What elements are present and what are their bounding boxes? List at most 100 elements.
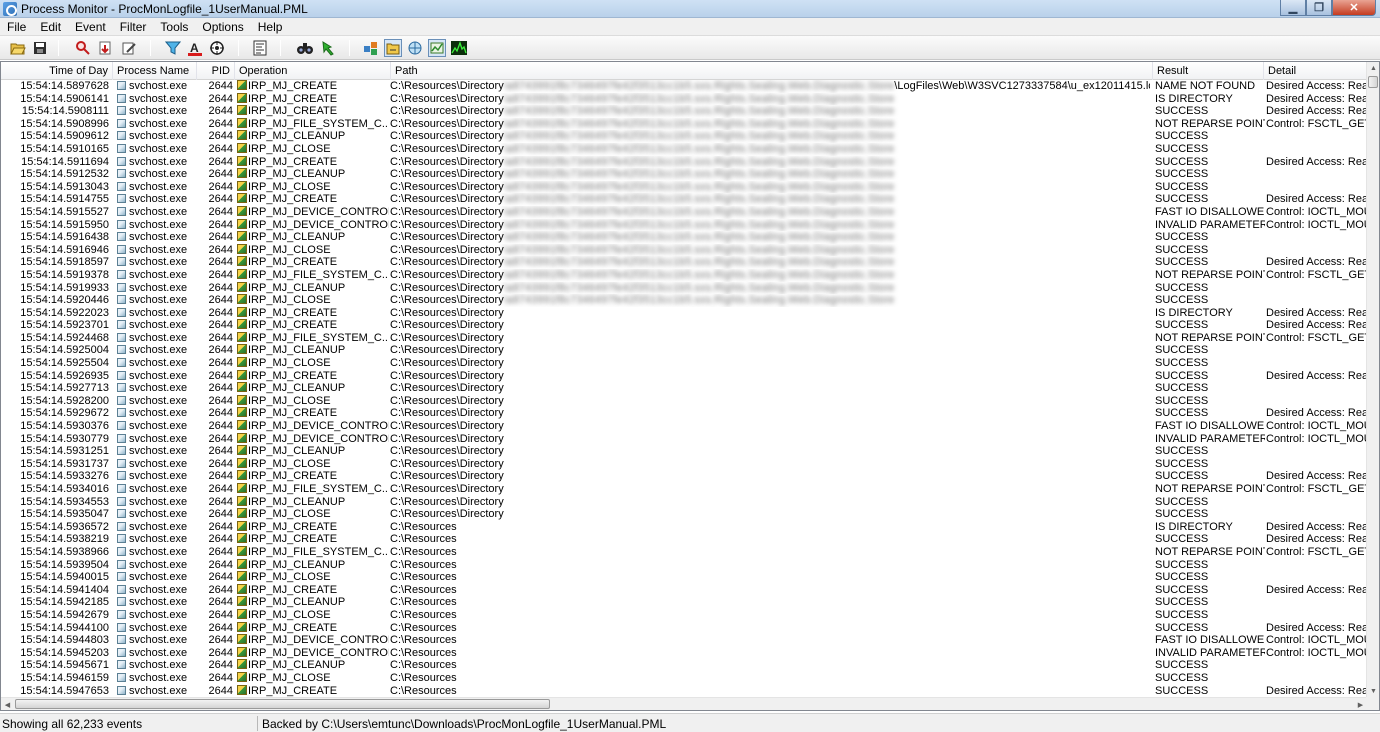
column-header-operation[interactable]: Operation bbox=[235, 62, 391, 80]
table-row[interactable]: 15:54:14.5909612 svchost.exe 2644 IRP_MJ_CL… bbox=[1, 130, 1367, 143]
horizontal-scrollbar[interactable]: ◀ ▶ bbox=[1, 697, 1367, 710]
find-button[interactable] bbox=[296, 39, 314, 57]
table-row[interactable]: 15:54:14.5908111 svchost.exe 2644 IRP_MJ_CR… bbox=[1, 105, 1367, 118]
table-row[interactable]: 15:54:14.5916438 svchost.exe 2644 IRP_MJ_CL… bbox=[1, 231, 1367, 244]
menu-filter[interactable]: Filter bbox=[113, 20, 154, 34]
table-row[interactable]: 15:54:14.5925504 svchost.exe 2644 IRP_MJ_CL… bbox=[1, 357, 1367, 370]
path-cell: C:\Resources bbox=[390, 647, 1150, 660]
table-row[interactable]: 15:54:14.5911694 svchost.exe 2644 IRP_MJ_CR… bbox=[1, 155, 1367, 169]
autoscroll-button[interactable] bbox=[97, 39, 115, 57]
table-row[interactable]: 15:54:14.5934016 svchost.exe 2644 IRP_MJ_FI… bbox=[1, 483, 1367, 496]
table-row[interactable]: 15:54:14.5916946 svchost.exe 2644 IRP_MJ_CL… bbox=[1, 243, 1367, 257]
table-row[interactable]: 15:54:14.5939504 svchost.exe 2644 IRP_MJ_CL… bbox=[1, 558, 1367, 572]
table-row[interactable]: 15:54:14.5910165 svchost.exe 2644 IRP_MJ_CL… bbox=[1, 142, 1367, 156]
highlight-button[interactable]: A bbox=[186, 39, 204, 57]
table-row[interactable]: 15:54:14.5942185 svchost.exe 2644 IRP_MJ_CL… bbox=[1, 596, 1367, 609]
filter-button[interactable] bbox=[164, 39, 182, 57]
time-of-day-cell: 15:54:14.5910165 bbox=[20, 142, 109, 155]
table-row[interactable]: 15:54:14.5931251 svchost.exe 2644 IRP_MJ_CL… bbox=[1, 445, 1367, 458]
show-process-activity-button[interactable] bbox=[428, 39, 446, 57]
scroll-up-arrow-icon[interactable]: ▲ bbox=[1367, 62, 1379, 75]
table-row[interactable]: 15:54:14.5945671 svchost.exe 2644 IRP_MJ_CL… bbox=[1, 659, 1367, 672]
table-row[interactable]: 15:54:14.5913043 svchost.exe 2644 IRP_MJ_CL… bbox=[1, 180, 1367, 194]
table-row[interactable]: 15:54:14.5919933 svchost.exe 2644 IRP_MJ_CL… bbox=[1, 281, 1367, 295]
show-network-activity-button[interactable] bbox=[406, 39, 424, 57]
pid-cell: 2644 bbox=[208, 306, 233, 319]
menu-help[interactable]: Help bbox=[251, 20, 290, 34]
open-button[interactable] bbox=[9, 39, 27, 57]
table-row[interactable]: 15:54:14.5927713 svchost.exe 2644 IRP_MJ_CL… bbox=[1, 382, 1367, 395]
menu-options[interactable]: Options bbox=[195, 20, 250, 34]
column-header-detail[interactable]: Detail bbox=[1264, 62, 1367, 80]
table-row[interactable]: 15:54:14.5944803 svchost.exe 2644 IRP_MJ_DE… bbox=[1, 634, 1367, 647]
include-process-button[interactable] bbox=[208, 39, 226, 57]
capture-button[interactable] bbox=[74, 39, 92, 57]
table-row[interactable]: 15:54:14.5947653 svchost.exe 2644 IRP_MJ_CR… bbox=[1, 684, 1367, 698]
column-header-time[interactable]: Time of Day bbox=[1, 62, 113, 80]
table-row[interactable]: 15:54:14.5914755 svchost.exe 2644 IRP_MJ_CR… bbox=[1, 193, 1367, 206]
pid-cell: 2644 bbox=[208, 659, 233, 672]
table-row[interactable]: 15:54:14.5908996 svchost.exe 2644 IRP_MJ_FI… bbox=[1, 117, 1367, 131]
table-row[interactable]: 15:54:14.5945203 svchost.exe 2644 IRP_MJ_DE… bbox=[1, 646, 1367, 660]
table-row[interactable]: 15:54:14.5926935 svchost.exe 2644 IRP_MJ_CR… bbox=[1, 369, 1367, 383]
table-row[interactable]: 15:54:14.5938219 svchost.exe 2644 IRP_MJ_CR… bbox=[1, 533, 1367, 546]
time-of-day-cell: 15:54:14.5924468 bbox=[20, 331, 109, 344]
table-row[interactable]: 15:54:14.5925004 svchost.exe 2644 IRP_MJ_CL… bbox=[1, 344, 1367, 357]
menu-edit[interactable]: Edit bbox=[33, 20, 68, 34]
table-row[interactable]: 15:54:14.5915527 svchost.exe 2644 IRP_MJ_DE… bbox=[1, 205, 1367, 219]
column-header-pid[interactable]: PID bbox=[197, 62, 235, 80]
table-row[interactable]: 15:54:14.5934553 svchost.exe 2644 IRP_MJ_CL… bbox=[1, 495, 1367, 509]
scroll-left-arrow-icon[interactable]: ◀ bbox=[1, 698, 14, 710]
vertical-scrollbar[interactable]: ▲ ▼ bbox=[1366, 62, 1379, 698]
table-row[interactable]: 15:54:14.5940015 svchost.exe 2644 IRP_MJ_CL… bbox=[1, 571, 1367, 584]
table-row[interactable]: 15:54:14.5946159 svchost.exe 2644 IRP_MJ_CL… bbox=[1, 671, 1367, 685]
column-header-result[interactable]: Result bbox=[1153, 62, 1264, 80]
menu-tools[interactable]: Tools bbox=[153, 20, 195, 34]
event-list[interactable]: Time of Day Process Name PID Operation P… bbox=[0, 61, 1380, 711]
table-row[interactable]: 15:54:14.5922023 svchost.exe 2644 IRP_MJ_CR… bbox=[1, 306, 1367, 320]
operation-cell: IRP_MJ_CREATE bbox=[237, 193, 389, 206]
menu-file[interactable]: File bbox=[0, 20, 33, 34]
table-row[interactable]: 15:54:14.5912532 svchost.exe 2644 IRP_MJ_CL… bbox=[1, 168, 1367, 181]
table-row[interactable]: 15:54:14.5923701 svchost.exe 2644 IRP_MJ_CR… bbox=[1, 319, 1367, 332]
table-row[interactable]: 15:54:14.5915950 svchost.exe 2644 IRP_MJ_DE… bbox=[1, 218, 1367, 232]
vertical-scroll-thumb[interactable] bbox=[1368, 76, 1378, 88]
table-row[interactable]: 15:54:14.5897628 svchost.exe 2644 IRP_MJ_CR… bbox=[1, 80, 1367, 93]
table-row[interactable]: 15:54:14.5936572 svchost.exe 2644 IRP_MJ_CR… bbox=[1, 520, 1367, 534]
operation-text: IRP_MJ_FILE_SYSTEM_C... bbox=[248, 483, 389, 495]
pid-cell: 2644 bbox=[208, 268, 233, 281]
table-row[interactable]: 15:54:14.5944100 svchost.exe 2644 IRP_MJ_CR… bbox=[1, 621, 1367, 635]
table-row[interactable]: 15:54:14.5931737 svchost.exe 2644 IRP_MJ_CL… bbox=[1, 457, 1367, 471]
table-row[interactable]: 15:54:14.5919378 svchost.exe 2644 IRP_MJ_FI… bbox=[1, 268, 1367, 282]
show-profiling-button[interactable] bbox=[450, 39, 468, 57]
svchost-process-icon bbox=[117, 106, 126, 116]
table-row[interactable]: 15:54:14.5928200 svchost.exe 2644 IRP_MJ_CL… bbox=[1, 394, 1367, 408]
table-row[interactable]: 15:54:14.5920446 svchost.exe 2644 IRP_MJ_CL… bbox=[1, 294, 1367, 307]
column-header-process-name[interactable]: Process Name bbox=[113, 62, 197, 80]
table-row[interactable]: 15:54:14.5935047 svchost.exe 2644 IRP_MJ_CL… bbox=[1, 508, 1367, 521]
process-tree-button[interactable] bbox=[251, 39, 269, 57]
table-row[interactable]: 15:54:14.5941404 svchost.exe 2644 IRP_MJ_CR… bbox=[1, 583, 1367, 597]
table-row[interactable]: 15:54:14.5930779 svchost.exe 2644 IRP_MJ_DE… bbox=[1, 432, 1367, 446]
horizontal-scroll-thumb[interactable] bbox=[15, 699, 550, 709]
column-header-path[interactable]: Path bbox=[391, 62, 1153, 80]
menu-event[interactable]: Event bbox=[68, 20, 113, 34]
table-row[interactable]: 15:54:14.5933276 svchost.exe 2644 IRP_MJ_CR… bbox=[1, 470, 1367, 483]
table-row[interactable]: 15:54:14.5930376 svchost.exe 2644 IRP_MJ_DE… bbox=[1, 420, 1367, 433]
minimize-button[interactable]: ▁ bbox=[1280, 0, 1306, 16]
maximize-button[interactable]: ❐ bbox=[1306, 0, 1332, 16]
clear-button[interactable] bbox=[120, 39, 138, 57]
table-row[interactable]: 15:54:14.5938966 svchost.exe 2644 IRP_MJ_FI… bbox=[1, 545, 1367, 559]
show-registry-activity-button[interactable] bbox=[362, 39, 380, 57]
table-row[interactable]: 15:54:14.5942679 svchost.exe 2644 IRP_MJ_CL… bbox=[1, 608, 1367, 622]
table-row[interactable]: 15:54:14.5929672 svchost.exe 2644 IRP_MJ_CR… bbox=[1, 407, 1367, 420]
show-file-activity-button[interactable] bbox=[384, 39, 402, 57]
close-button[interactable]: ✕ bbox=[1332, 0, 1376, 16]
table-row[interactable]: 15:54:14.5918597 svchost.exe 2644 IRP_MJ_CR… bbox=[1, 256, 1367, 269]
table-row[interactable]: 15:54:14.5924468 svchost.exe 2644 IRP_MJ_FI… bbox=[1, 331, 1367, 345]
jump-to-button[interactable] bbox=[319, 39, 337, 57]
table-row[interactable]: 15:54:14.5906141 svchost.exe 2644 IRP_MJ_CR… bbox=[1, 92, 1367, 106]
operation-cell: IRP_MJ_CREATE bbox=[237, 533, 389, 546]
save-button[interactable] bbox=[31, 39, 49, 57]
svchost-process-icon bbox=[117, 257, 126, 267]
